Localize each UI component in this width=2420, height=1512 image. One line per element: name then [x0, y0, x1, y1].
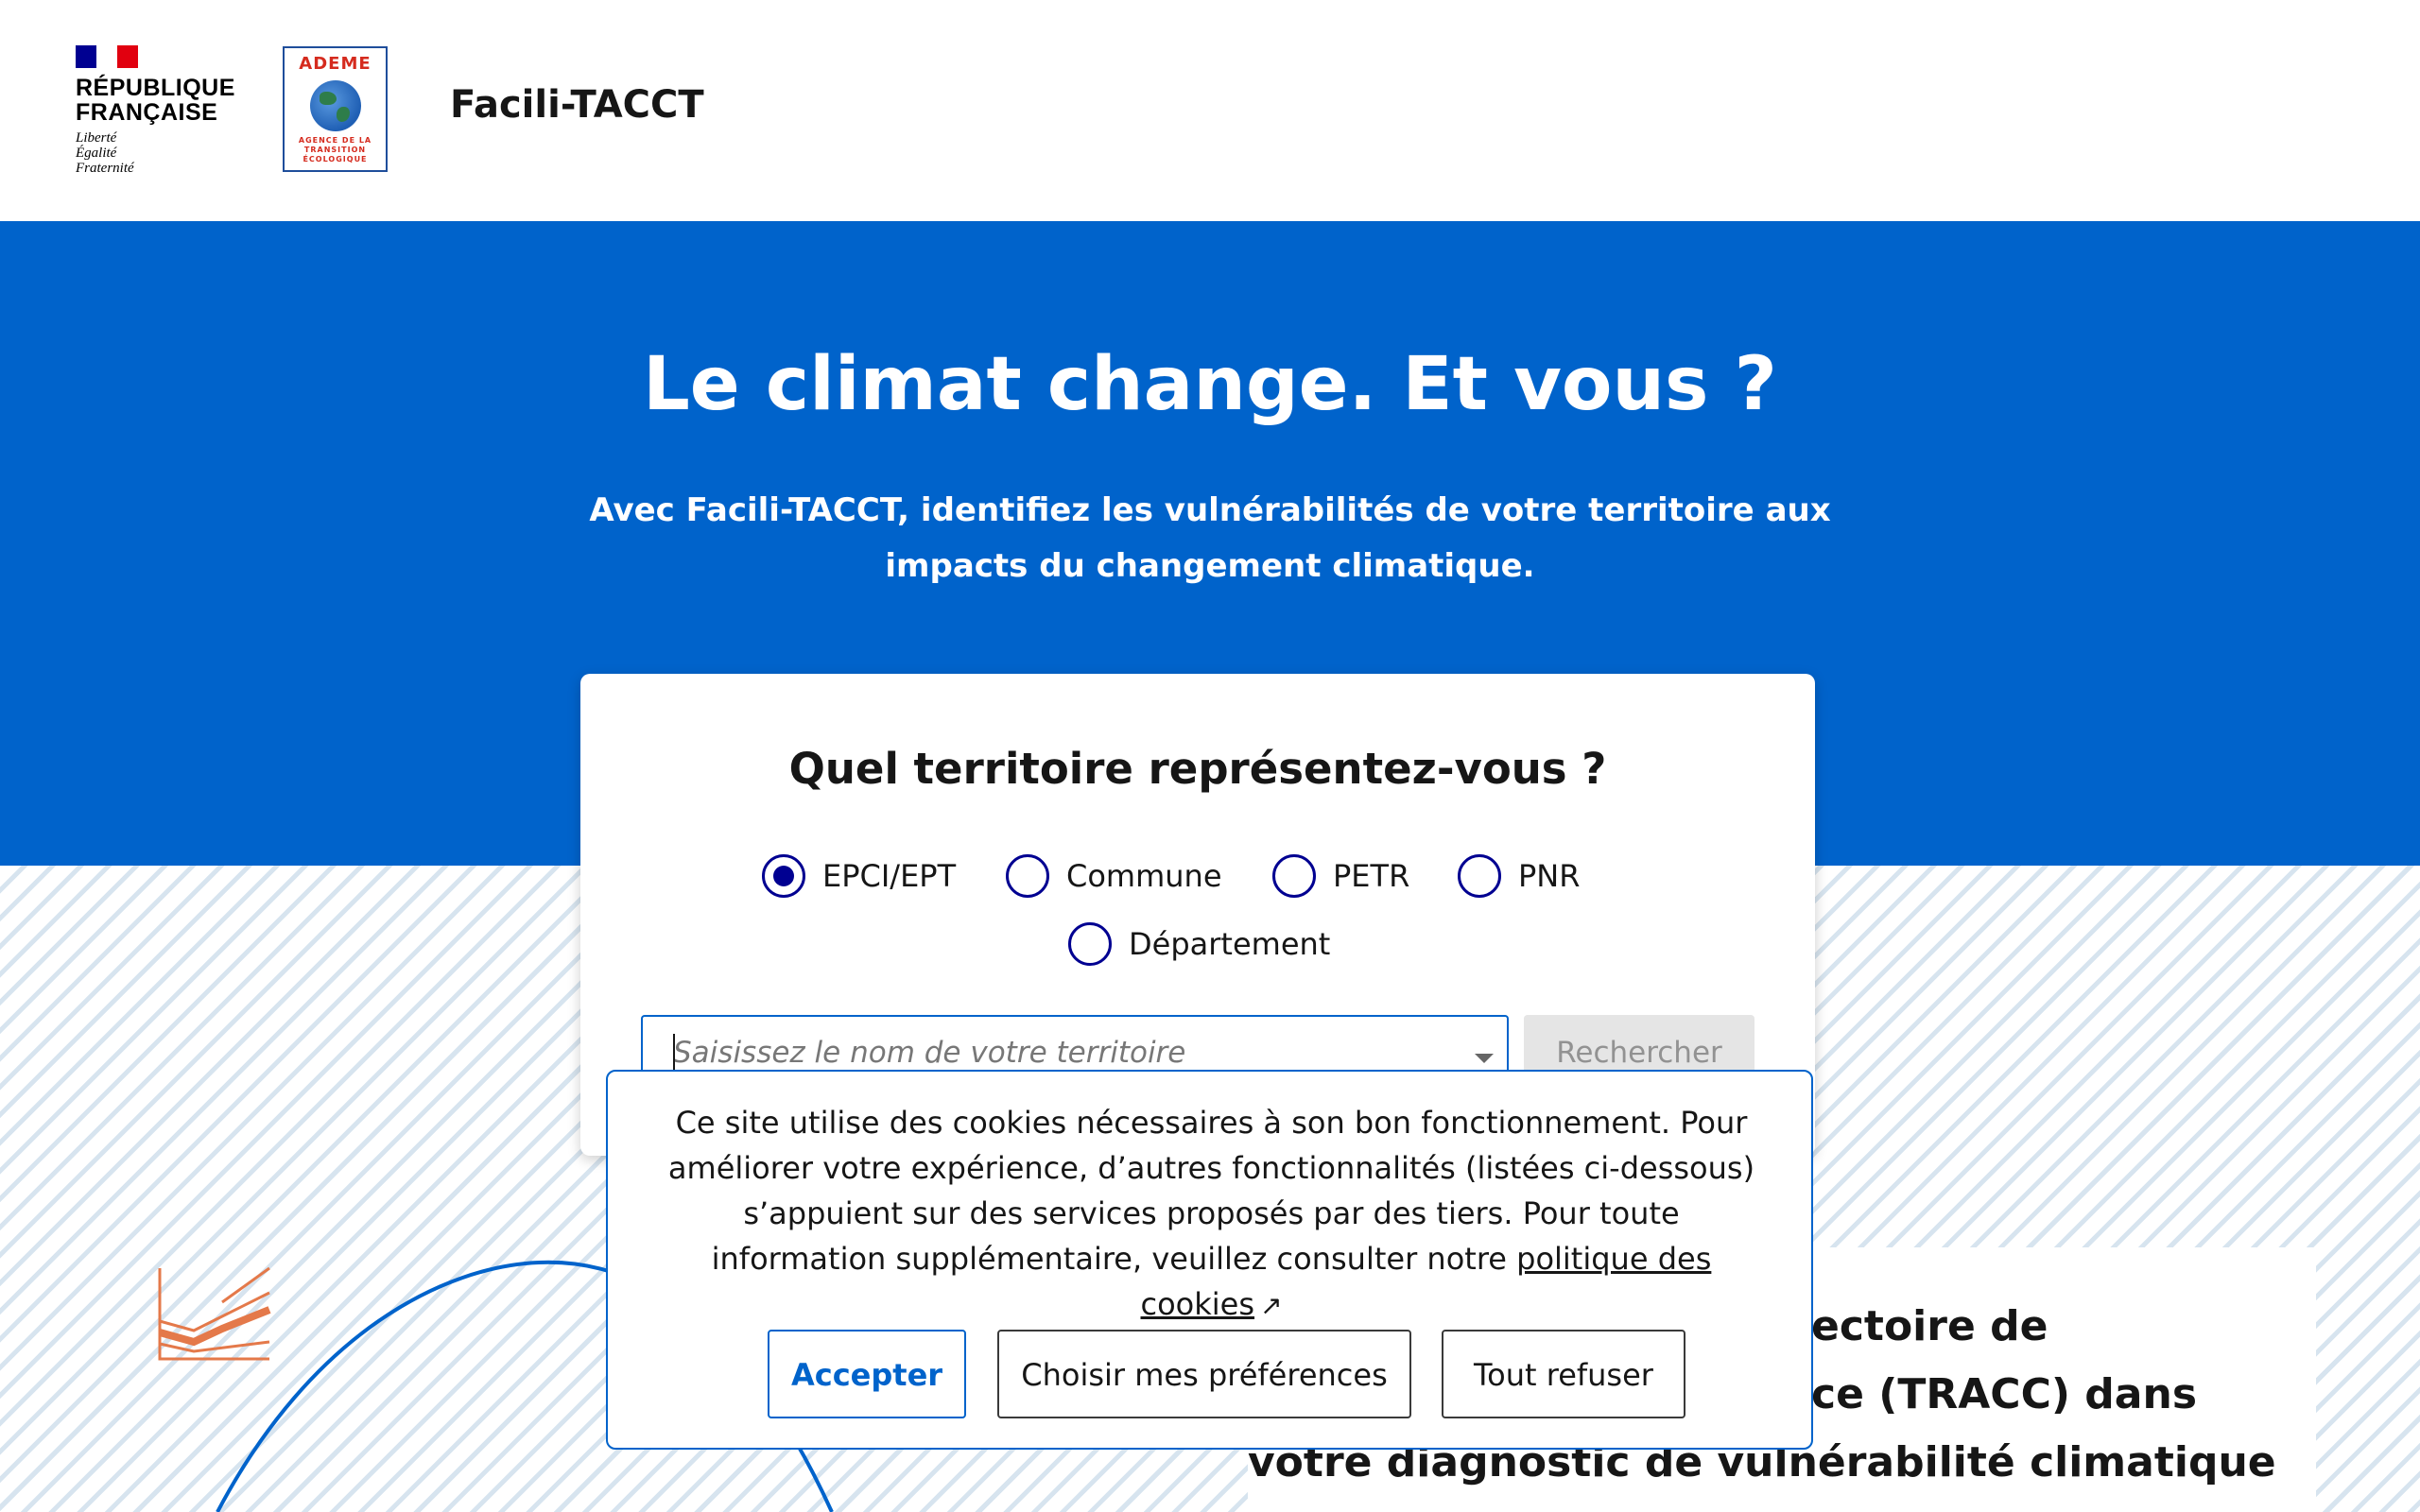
radio-petr[interactable]: PETR [1272, 854, 1409, 898]
radio-departement[interactable]: Département [1068, 922, 1330, 966]
ademe-logo[interactable]: ADEME AGENCE DE LA TRANSITION ÉCOLOGIQUE [283, 46, 388, 172]
trajectory-chart-icon [158, 1266, 271, 1361]
accept-cookies-button[interactable]: Accepter [768, 1330, 966, 1418]
radio-epci-ept[interactable]: EPCI/EPT [762, 854, 956, 898]
site-header: RÉPUBLIQUE FRANÇAISE Liberté Égalité Fra… [0, 0, 2420, 221]
radio-unselected-icon [1458, 854, 1501, 898]
marianne-flag-icon [76, 45, 138, 68]
hero-subtitle: Avec Facili-TACCT, identifiez les vulnér… [589, 491, 1831, 585]
hero-title: Le climat change. Et vous ? [643, 342, 1777, 427]
territory-question: Quel territoire représentez-vous ? [788, 744, 1607, 794]
cookie-message: Ce site utilise des cookies nécessaires … [665, 1100, 1758, 1329]
radio-unselected-icon [1068, 922, 1112, 966]
ademe-name: ADEME [299, 54, 372, 74]
external-link-icon: ↗ [1260, 1290, 1283, 1321]
republic-title: RÉPUBLIQUE FRANÇAISE [76, 75, 235, 126]
chevron-down-icon[interactable] [1475, 1054, 1494, 1063]
refuse-cookies-button[interactable]: Tout refuser [1442, 1330, 1685, 1418]
cookie-consent-banner: Ce site utilise des cookies nécessaires … [606, 1070, 1813, 1450]
republique-francaise-logo[interactable]: RÉPUBLIQUE FRANÇAISE Liberté Égalité Fra… [76, 45, 234, 187]
globe-icon [310, 80, 361, 131]
radio-selected-icon [762, 854, 805, 898]
radio-unselected-icon [1272, 854, 1316, 898]
cookie-preferences-button[interactable]: Choisir mes préférences [997, 1330, 1411, 1418]
radio-commune[interactable]: Commune [1006, 854, 1222, 898]
radio-pnr[interactable]: PNR [1458, 854, 1580, 898]
republic-motto: Liberté Égalité Fraternité [76, 130, 134, 176]
radio-unselected-icon [1006, 854, 1049, 898]
ademe-subtitle: AGENCE DE LA TRANSITION ÉCOLOGIQUE [298, 136, 372, 163]
site-title[interactable]: Facili-TACCT [450, 83, 704, 127]
